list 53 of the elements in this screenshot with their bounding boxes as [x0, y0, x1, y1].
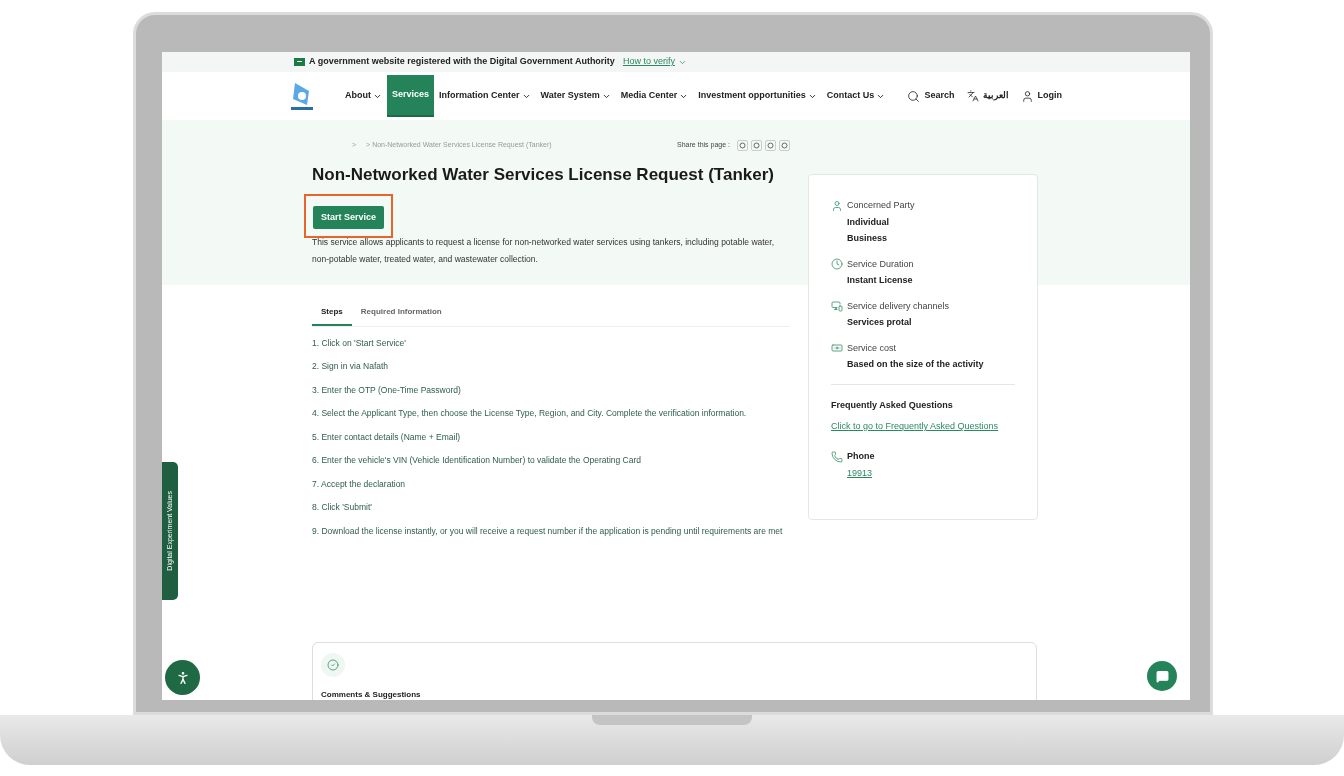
tab[interactable]: Steps — [312, 305, 352, 326]
cash-icon — [831, 342, 843, 355]
translate-icon — [966, 90, 979, 102]
monitor-icon — [831, 300, 843, 313]
clock-icon — [831, 258, 843, 271]
nav-item[interactable]: Contact Us — [821, 72, 891, 120]
step-text: 2. Sign in via Nafath — [312, 360, 390, 374]
chat-icon — [1155, 669, 1169, 683]
faq-link[interactable]: Click to go to Frequently Asked Questions — [831, 421, 999, 431]
phone-icon — [831, 450, 843, 463]
start-service-button[interactable]: Start Service — [313, 205, 385, 229]
nav-item[interactable]: About — [340, 72, 387, 120]
check-circle-icon — [327, 659, 339, 671]
field-value: Based on the size of the activity — [847, 358, 985, 371]
page-title: Non-Networked Water Services License Request (Tanker) — [312, 164, 775, 186]
accessibility-button[interactable] — [165, 660, 200, 695]
person-icon — [831, 199, 843, 212]
search-icon — [907, 89, 921, 103]
step-text: 9. Download the license instantly, or you will receive a request number if the application is pending until requirements are met — [312, 524, 784, 538]
nav-item[interactable]: Water System — [535, 72, 616, 120]
banner-text: A government website registered with the Digital Government Authority — [309, 55, 615, 69]
field-label: Service delivery channels — [847, 299, 950, 313]
step-text: 7. Accept the declaration — [312, 477, 407, 491]
search-button[interactable]: Search — [907, 89, 955, 103]
step-text: 3. Enter the OTP (One-Time Password) — [312, 383, 462, 397]
field-value: Business — [847, 232, 889, 245]
field-value: Instant License — [847, 274, 914, 287]
field-label: Concerned Party — [847, 199, 915, 212]
nav-item[interactable]: Media Center — [615, 72, 694, 120]
service-description: This service allows applicants to request a license for non-networked water services using tankers, including potable water, non-potable water, treated water, and wastewater collection. — [312, 235, 776, 266]
field-value: Individual — [847, 215, 890, 229]
nav-item[interactable]: Investment opportunities — [693, 72, 822, 120]
login-button[interactable]: Login — [1020, 89, 1062, 103]
field-value: Services protal — [847, 316, 913, 329]
feedback-title: Comments & Suggestions — [321, 689, 422, 700]
tab[interactable]: Required Information — [351, 305, 451, 326]
verify-link[interactable]: How to verify — [622, 55, 687, 69]
field-label: Service Duration — [847, 257, 914, 271]
phone-label: Phone — [847, 450, 875, 463]
nav-item[interactable]: Services — [387, 75, 435, 117]
step-text: 6. Enter the vehicle's VIN (Vehicle Identification Number) to validate the Operating Card — [312, 454, 643, 468]
step-text: 1. Click on 'Start Service' — [312, 336, 407, 350]
user-icon — [1020, 89, 1034, 103]
language-button[interactable]: العربية — [966, 89, 1009, 103]
nav-item[interactable]: Information Center — [434, 72, 536, 120]
step-text: 5. Enter contact details (Name + Email) — [312, 430, 462, 444]
step-text: 4. Select the Applicant Type, then choose the License Type, Region, and City. Complete the verification information. — [312, 407, 748, 421]
phone-link[interactable]: 19913 — [847, 466, 1015, 480]
faq-title: Frequently Asked Questions — [831, 398, 954, 412]
field-label: Service cost — [847, 341, 897, 355]
flag-icon — [294, 58, 305, 66]
step-text: 8. Click 'Submit' — [312, 501, 373, 515]
chat-button[interactable] — [1147, 661, 1177, 691]
